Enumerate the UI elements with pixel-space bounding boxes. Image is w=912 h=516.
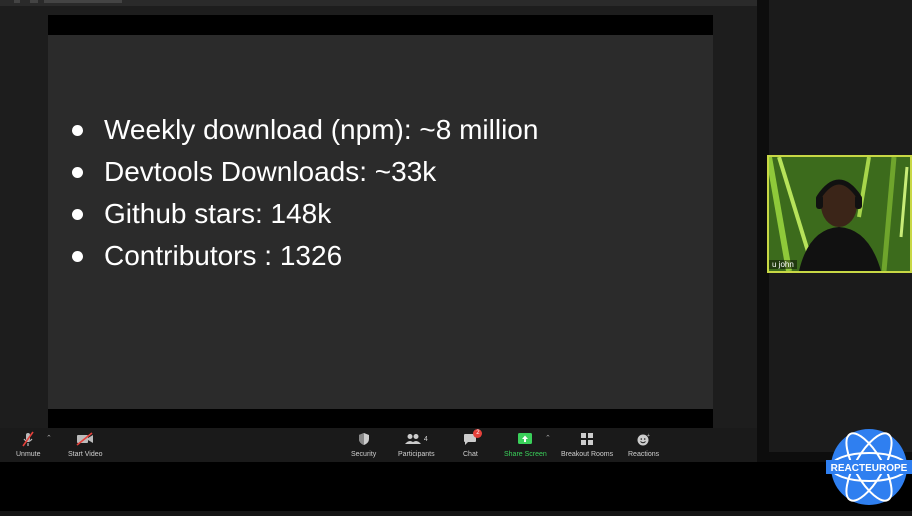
bullet-dot-icon [72, 251, 83, 262]
participant-name-label: u john [769, 260, 797, 269]
security-button[interactable]: Security [351, 431, 376, 458]
reactions-label: Reactions [628, 451, 660, 458]
participant-video-frame [769, 157, 910, 271]
breakout-rooms-icon [581, 431, 594, 447]
slide-bullet: Weekly download (npm): ~8 million [68, 109, 538, 151]
muted-mic-icon [21, 431, 35, 447]
start-video-button[interactable]: Start Video [68, 431, 103, 458]
slide-letterbox-top [48, 15, 713, 35]
chat-label: Chat [463, 451, 478, 458]
meeting-toolbar: Unmute ⌃ Start Video Security 4 Particip… [0, 428, 757, 462]
slide-bullet: Contributors : 1326 [68, 235, 538, 277]
bullet-dot-icon [72, 125, 83, 136]
audio-options-chevron-icon[interactable]: ⌃ [46, 434, 52, 442]
shared-slide: Weekly download (npm): ~8 million Devtoo… [48, 35, 713, 409]
start-video-label: Start Video [68, 451, 103, 458]
slide-bullet: Devtools Downloads: ~33k [68, 151, 538, 193]
participants-label: Participants [398, 451, 435, 458]
bullet-dot-icon [72, 167, 83, 178]
bullet-text: Github stars: 148k [104, 198, 332, 229]
share-options-chevron-icon[interactable]: ⌃ [545, 434, 551, 442]
react-europe-logo: REACTEUROPE [822, 423, 912, 511]
breakout-rooms-label: Breakout Rooms [561, 451, 614, 458]
unmute-button[interactable]: Unmute [16, 431, 41, 458]
bullet-text: Weekly download (npm): ~8 million [104, 114, 539, 145]
bullet-dot-icon [72, 209, 83, 220]
window-top-strip [0, 0, 757, 6]
breakout-rooms-button[interactable]: Breakout Rooms [561, 431, 613, 458]
reactions-button[interactable]: + Reactions [628, 431, 660, 459]
unmute-label: Unmute [16, 451, 41, 458]
svg-text:+: + [647, 433, 650, 439]
chat-unread-badge: 2 [473, 429, 483, 438]
video-off-icon [76, 431, 94, 447]
security-label: Security [351, 451, 377, 458]
logo-text: REACTEUROPE [831, 463, 908, 474]
share-screen-label: Share Screen [504, 451, 547, 458]
chat-bubble-icon: 2 [463, 429, 483, 447]
slide-letterbox-bottom [48, 409, 713, 429]
bottom-black-bar [0, 462, 912, 511]
share-screen-icon [518, 431, 533, 447]
participants-icon: 4 [404, 431, 428, 447]
participants-button[interactable]: 4 Participants [398, 431, 435, 458]
participants-count: 4 [423, 435, 428, 443]
bullet-text: Contributors : 1326 [104, 240, 343, 271]
smiley-plus-icon: + [637, 431, 651, 447]
participant-video-tile[interactable]: u john [767, 155, 912, 273]
share-screen-button[interactable]: Share Screen [504, 431, 547, 458]
slide-bullet: Github stars: 148k [68, 193, 538, 235]
bullet-text: Devtools Downloads: ~33k [104, 156, 437, 187]
chat-button[interactable]: 2 Chat [463, 429, 483, 458]
slide-bullet-list: Weekly download (npm): ~8 million Devtoo… [68, 109, 538, 277]
zoom-meeting-window: Weekly download (npm): ~8 million Devtoo… [0, 0, 757, 462]
shield-icon [358, 431, 370, 447]
